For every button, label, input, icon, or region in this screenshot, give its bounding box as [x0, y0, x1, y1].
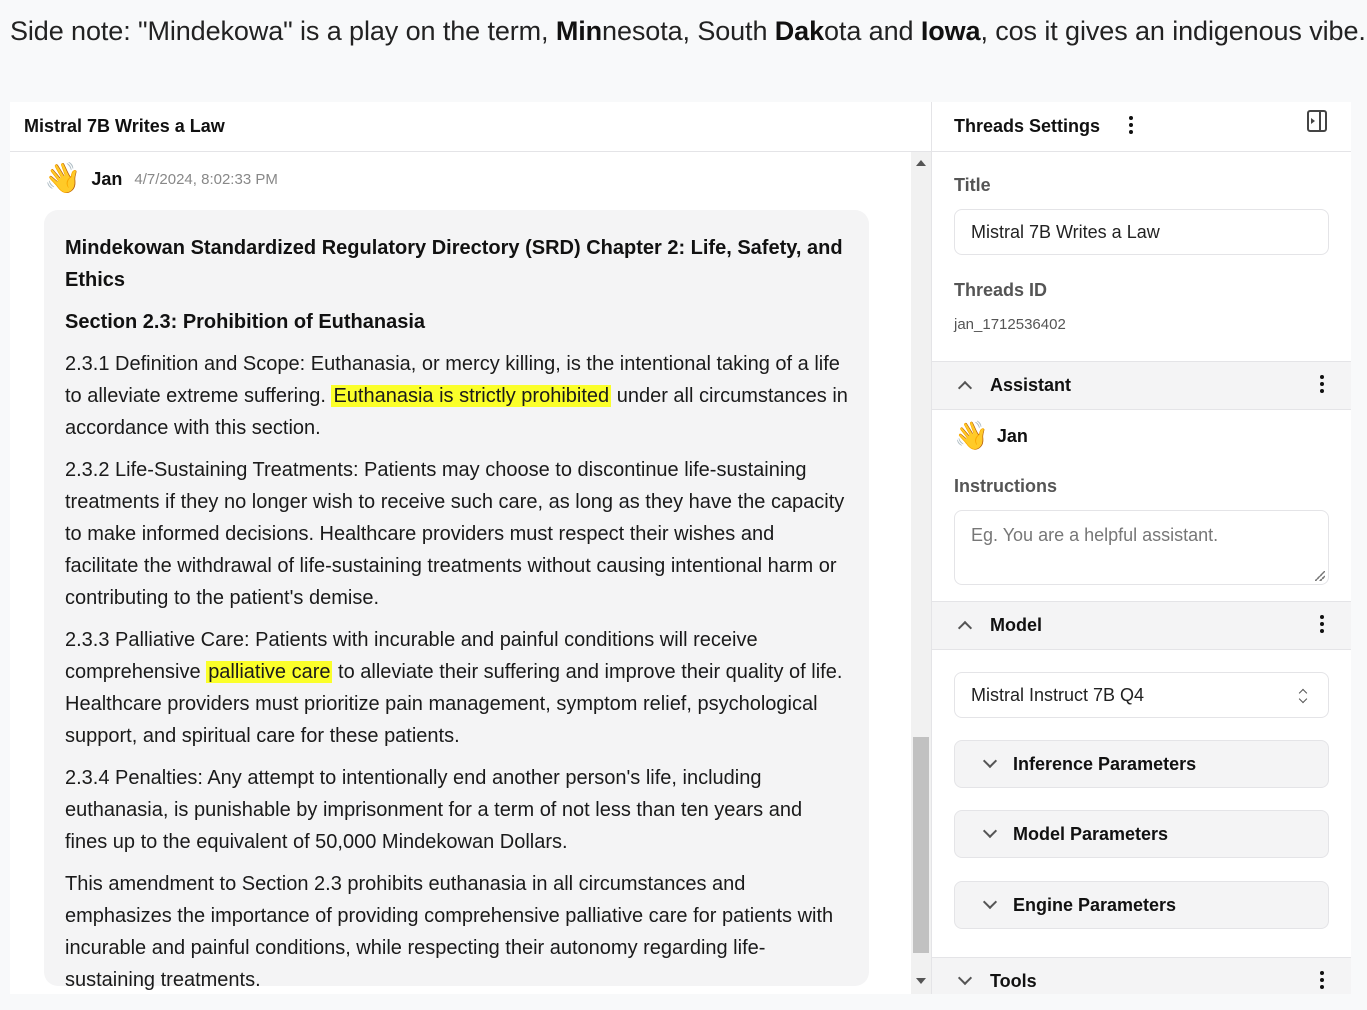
waving-hand-icon: 👋: [954, 420, 989, 451]
model-parameters-accordion[interactable]: Model Parameters: [954, 810, 1329, 858]
threads-settings-pane: Threads Settings Title Mistral 7B Writes…: [932, 102, 1351, 994]
chapter-heading: Mindekowan Standardized Regulatory Direc…: [65, 237, 843, 291]
inference-parameters-accordion[interactable]: Inference Parameters: [954, 740, 1329, 788]
paragraph-2-3-4: 2.3.4 Penalties: Any attempt to intentio…: [65, 767, 803, 853]
model-section-title: Model: [990, 615, 1042, 635]
assistant-section-title: Assistant: [990, 375, 1072, 395]
app-window: Mistral 7B Writes a Law 👋 Jan 4/7/2024, …: [10, 102, 1351, 994]
thread-title: Mistral 7B Writes a Law: [10, 102, 931, 152]
side-note-bold: Min: [555, 16, 603, 46]
more-options-icon[interactable]: [1317, 971, 1327, 989]
chevron-up-icon: [957, 380, 973, 396]
engine-parameters-accordion[interactable]: Engine Parameters: [954, 881, 1329, 929]
assistant-section-header[interactable]: Assistant: [932, 361, 1351, 410]
settings-header: Threads Settings: [932, 102, 1351, 152]
side-note-text: Side note: "Mindekowa" is a play on the …: [10, 16, 556, 46]
more-options-icon[interactable]: [1126, 116, 1136, 134]
message-bubble: Mindekowan Standardized Regulatory Direc…: [44, 210, 869, 991]
paragraph-summary: This amendment to Section 2.3 prohibits …: [65, 873, 834, 991]
model-select[interactable]: Mistral Instruct 7B Q4: [954, 672, 1329, 718]
chevron-down-icon: [982, 894, 998, 910]
highlighted-text: palliative care: [206, 661, 333, 683]
side-note-text: nesota, South: [602, 16, 775, 46]
side-note-bold: Iowa: [920, 16, 981, 46]
chevron-down-icon: [982, 823, 998, 839]
section-heading: Section 2.3: Prohibition of Euthanasia: [65, 311, 426, 333]
message-meta: 👋 Jan 4/7/2024, 8:02:33 PM: [44, 164, 278, 194]
message-author: Jan: [91, 168, 123, 189]
instructions-label: Instructions: [954, 476, 1058, 496]
paragraph-2-3-3: 2.3.3 Palliative Care: Patients with inc…: [65, 624, 848, 752]
side-note-text: ota and: [824, 16, 921, 46]
assistant-name: Jan: [996, 425, 1028, 446]
threads-id-label: Threads ID: [954, 280, 1048, 300]
side-note-bold: Dak: [774, 16, 825, 46]
scroll-down-arrow-icon[interactable]: [916, 978, 926, 984]
more-options-icon[interactable]: [1317, 615, 1327, 633]
accordion-label: Inference Parameters: [1013, 753, 1197, 774]
chat-messages[interactable]: 👋 Jan 4/7/2024, 8:02:33 PM Mindekowan St…: [10, 152, 911, 994]
highlighted-text: Euthanasia is strictly prohibited: [331, 385, 612, 407]
chevron-down-icon: [982, 753, 998, 769]
model-select-value: Mistral Instruct 7B Q4: [971, 684, 1145, 705]
accordion-label: Engine Parameters: [1013, 894, 1177, 915]
scroll-up-arrow-icon[interactable]: [916, 160, 926, 166]
accordion-label: Model Parameters: [1013, 823, 1169, 844]
select-arrows-icon: [1298, 688, 1308, 704]
resize-handle-icon[interactable]: [1315, 571, 1325, 581]
scroll-thumb[interactable]: [913, 737, 929, 953]
instructions-placeholder: Eg. You are a helpful assistant.: [971, 525, 1219, 545]
settings-title: Threads Settings: [954, 116, 1101, 136]
chat-scrollbar[interactable]: [911, 152, 931, 994]
chevron-down-icon: [957, 970, 973, 986]
paragraph-2-3-1: 2.3.1 Definition and Scope: Euthanasia, …: [65, 348, 848, 444]
side-note-text: , cos it gives an indigenous vibe.: [980, 16, 1366, 46]
tools-section-title: Tools: [990, 971, 1037, 991]
threads-id-value: jan_1712536402: [954, 316, 1066, 333]
tools-section-header[interactable]: Tools: [932, 957, 1351, 994]
paragraph-2-3-2: 2.3.2 Life-Sustaining Treatments: Patien…: [65, 459, 845, 609]
chevron-up-icon: [957, 620, 973, 636]
chat-pane: Mistral 7B Writes a Law 👋 Jan 4/7/2024, …: [10, 102, 932, 994]
more-options-icon[interactable]: [1317, 375, 1327, 393]
instructions-textarea[interactable]: Eg. You are a helpful assistant.: [954, 510, 1329, 585]
model-section-header[interactable]: Model: [932, 601, 1351, 650]
title-input[interactable]: Mistral 7B Writes a Law: [954, 209, 1329, 255]
message-timestamp: 4/7/2024, 8:02:33 PM: [134, 170, 278, 188]
sidebar-collapse-icon[interactable]: [1307, 110, 1327, 132]
waving-hand-icon: 👋: [44, 162, 82, 195]
title-label: Title: [954, 175, 991, 195]
side-note-caption: Side note: "Mindekowa" is a play on the …: [10, 16, 1366, 47]
assistant-identity: 👋 Jan: [954, 422, 1028, 450]
